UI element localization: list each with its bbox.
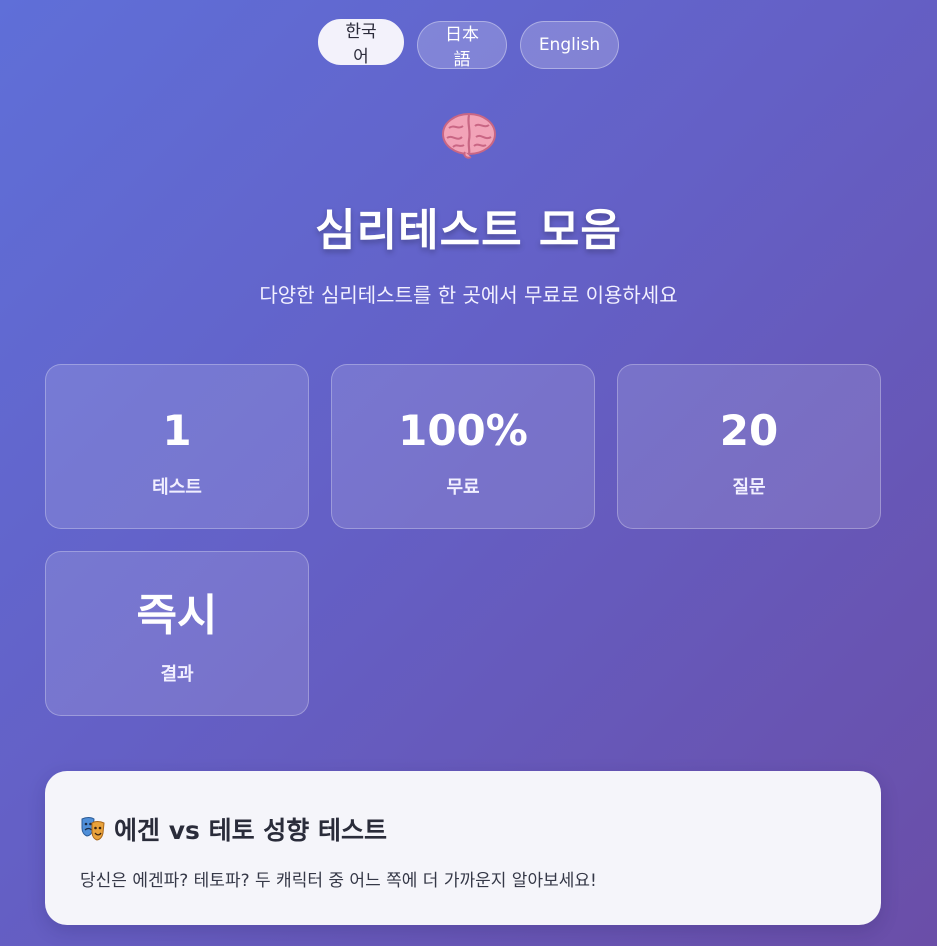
page-subtitle: 다양한 심리테스트를 한 곳에서 무료로 이용하세요 — [259, 283, 678, 307]
stat-label: 무료 — [446, 477, 480, 498]
stat-value: 즉시 — [136, 590, 218, 641]
stat-label: 테스트 — [152, 477, 202, 498]
stat-card-results: 즉시 결과 — [45, 551, 309, 716]
stat-value: 100% — [398, 406, 528, 455]
test-card-egen-teto[interactable]: 에겐 vs 테토 성향 테스트 당신은 에겐파? 테토파? 두 캐릭터 중 어느… — [45, 771, 881, 925]
test-description: 당신은 에겐파? 테토파? 두 캐릭터 중 어느 쪽에 더 가까운지 알아보세요… — [80, 871, 597, 891]
stat-value: 20 — [719, 406, 779, 455]
stat-value: 1 — [162, 406, 192, 455]
page-title: 심리테스트 모음 — [315, 205, 622, 256]
lang-button-japanese[interactable]: 日本語 — [417, 21, 507, 70]
stat-card-free: 100% 무료 — [331, 364, 595, 529]
test-title-row: 에겐 vs 테토 성향 테스트 — [80, 811, 387, 847]
theater-masks-icon — [80, 816, 106, 842]
stat-label: 질문 — [732, 477, 766, 498]
brain-icon — [441, 110, 497, 159]
lang-button-korean[interactable]: 한국어 — [318, 19, 404, 67]
language-selector: 한국어 日本語 English — [0, 19, 937, 70]
lang-button-english[interactable]: English — [520, 21, 619, 69]
stat-card-tests: 1 테스트 — [45, 364, 309, 529]
stat-label: 결과 — [160, 664, 194, 685]
stat-card-questions: 20 질문 — [617, 364, 881, 529]
hero-icon-wrapper — [0, 110, 937, 172]
test-title: 에겐 vs 테토 성향 테스트 — [114, 816, 387, 845]
